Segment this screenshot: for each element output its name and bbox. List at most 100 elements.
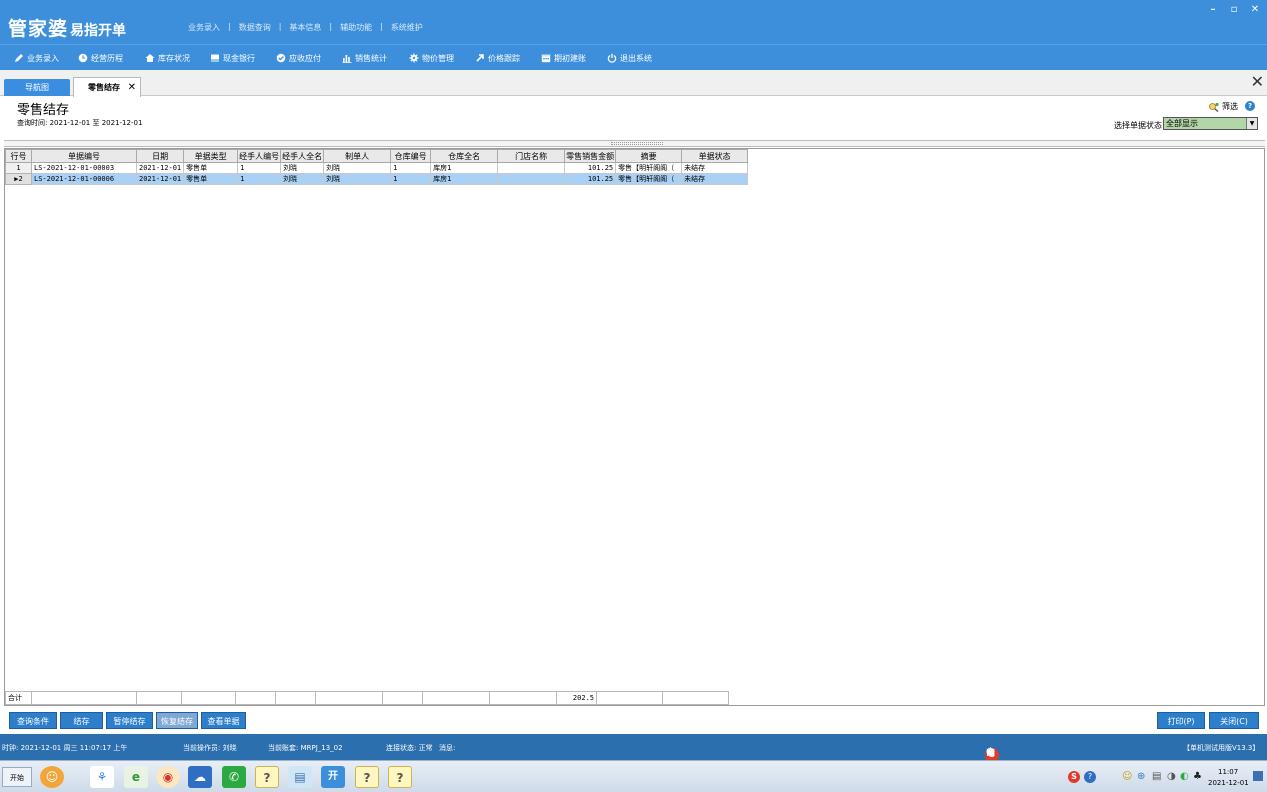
toolbar-sales-statistics[interactable]: 销售统计 bbox=[342, 52, 387, 64]
tray-display-icon[interactable]: ▤ bbox=[1152, 771, 1161, 782]
tray-penguin-icon[interactable]: ♣ bbox=[1193, 771, 1202, 782]
col-header-warehouse-name[interactable]: 仓库全名 bbox=[430, 149, 499, 163]
table-row[interactable]: 1 LS-2021-12-01-00003 2021-12-01 零售单 1 刘… bbox=[5, 162, 749, 174]
query-conditions-button[interactable]: 查询条件 bbox=[9, 712, 57, 729]
retail-amount-cell[interactable]: 101.25 bbox=[564, 173, 617, 185]
row-number: 1 bbox=[16, 164, 21, 172]
tray-sogou-icon[interactable]: S bbox=[1068, 771, 1080, 783]
store-name-cell[interactable] bbox=[497, 162, 566, 174]
splitter-grip[interactable] bbox=[611, 142, 663, 145]
row-number-cell[interactable]: 1 bbox=[5, 162, 32, 174]
taskbar-app-browser-icon[interactable]: ☁ bbox=[188, 766, 212, 788]
maximize-button[interactable]: ▫ bbox=[1226, 3, 1242, 17]
close-window-button[interactable]: ✕ bbox=[1247, 3, 1263, 17]
taskbar-app-qq-icon[interactable]: ☺ bbox=[40, 766, 64, 788]
maker-cell[interactable]: 刘晓 bbox=[323, 162, 392, 174]
close-button[interactable]: 关闭(C) bbox=[1209, 712, 1259, 729]
col-header-warehouse-no[interactable]: 仓库编号 bbox=[390, 149, 432, 163]
col-header-doc-no[interactable]: 单据编号 bbox=[31, 149, 137, 163]
panel-splitter[interactable] bbox=[4, 140, 1265, 147]
resume-settle-button[interactable]: 恢复结存 bbox=[156, 712, 198, 729]
taskbar-app-help-icon-3[interactable]: ? bbox=[388, 766, 412, 788]
retail-amount-cell[interactable]: 101.25 bbox=[564, 162, 617, 174]
menu-data-query[interactable]: 数据查询 bbox=[239, 22, 271, 33]
col-header-store-name[interactable]: 门店名称 bbox=[497, 149, 566, 163]
col-header-doc-type[interactable]: 单据类型 bbox=[183, 149, 239, 163]
maker-cell[interactable]: 刘晓 bbox=[323, 173, 392, 185]
menu-business-entry[interactable]: 业务录入 bbox=[188, 22, 220, 33]
print-button[interactable]: 打印(P) bbox=[1157, 712, 1205, 729]
taskbar-app-ie-icon[interactable]: e bbox=[124, 766, 148, 788]
tray-volume-icon[interactable]: ◑ bbox=[1167, 771, 1176, 782]
close-page-icon[interactable]: ✕ bbox=[1251, 74, 1264, 90]
doc-type-cell[interactable]: 零售单 bbox=[183, 162, 239, 174]
summary-cell[interactable]: 零售【明轩阁阁（ bbox=[615, 173, 683, 185]
col-header-handler-no[interactable]: 经手人编号 bbox=[237, 149, 282, 163]
handler-no-cell[interactable]: 1 bbox=[237, 173, 282, 185]
toolbar-business-entry[interactable]: 业务录入 bbox=[14, 52, 59, 64]
toolbar-opening-accounts[interactable]: 期初建账 bbox=[541, 52, 586, 64]
menu-aux-functions[interactable]: 辅助功能 bbox=[340, 22, 372, 33]
view-document-button[interactable]: 查看单据 bbox=[201, 712, 246, 729]
col-header-summary[interactable]: 摘要 bbox=[615, 149, 683, 163]
taskbar-app-baidu-icon[interactable]: ⚘ bbox=[90, 766, 114, 788]
taskbar-app-chrome-icon[interactable]: ◉ bbox=[156, 766, 180, 788]
warehouse-name-cell[interactable]: 库房1 bbox=[430, 173, 499, 185]
settle-button[interactable]: 结存 bbox=[60, 712, 103, 729]
summary-cell[interactable]: 零售【明轩阁阁（ bbox=[615, 162, 683, 174]
col-header-date[interactable]: 日期 bbox=[135, 149, 185, 163]
date-cell[interactable]: 2021-12-01 bbox=[135, 173, 185, 185]
show-desktop-icon[interactable] bbox=[1253, 771, 1263, 781]
toolbar-cash-bank[interactable]: 现金银行 bbox=[210, 52, 255, 64]
start-button[interactable]: 开始 bbox=[2, 767, 32, 787]
doc-status-select[interactable]: 全部显示 ▼ bbox=[1163, 117, 1258, 130]
tray-network-icon[interactable]: ⊕ bbox=[1137, 771, 1145, 782]
toolbar-price-management[interactable]: 物价管理 bbox=[409, 52, 454, 64]
taskbar-app-explorer-icon[interactable]: ▤ bbox=[288, 766, 312, 788]
menu-system-maintenance[interactable]: 系统维护 bbox=[391, 22, 423, 33]
ime-toolbox-icon[interactable]: ▣ bbox=[985, 748, 996, 759]
tray-security-icon[interactable]: ◐ bbox=[1180, 771, 1189, 782]
date-cell[interactable]: 2021-12-01 bbox=[135, 162, 185, 174]
pause-settle-button[interactable]: 暂停结存 bbox=[106, 712, 153, 729]
menu-basic-info[interactable]: 基本信息 bbox=[289, 22, 321, 33]
warehouse-no-cell[interactable]: 1 bbox=[390, 162, 432, 174]
minimize-button[interactable]: – bbox=[1205, 3, 1221, 17]
taskbar-app-wechat-icon[interactable]: ✆ bbox=[222, 766, 246, 788]
toolbar-inventory-status[interactable]: 库存状况 bbox=[145, 52, 190, 64]
toolbar-receivable-payable[interactable]: 应收应付 bbox=[276, 52, 321, 64]
doc-type-cell[interactable]: 零售单 bbox=[183, 173, 239, 185]
handler-name-cell[interactable]: 刘晓 bbox=[280, 173, 325, 185]
taskbar-app-kaidan-icon[interactable]: 开 bbox=[321, 766, 345, 788]
doc-no-cell[interactable]: LS-2021-12-01-00006 bbox=[31, 173, 137, 185]
row-number-cell[interactable]: ▶2 bbox=[5, 173, 32, 185]
table-row-selected[interactable]: ▶2 LS-2021-12-01-00006 2021-12-01 零售单 1 … bbox=[5, 173, 749, 185]
col-header-retail-amount[interactable]: 零售销售金额 bbox=[564, 149, 617, 163]
taskbar-app-help-icon-2[interactable]: ? bbox=[355, 766, 379, 788]
col-header-handler-name[interactable]: 经手人全名 bbox=[280, 149, 325, 163]
tray-qq-icon[interactable]: ☺ bbox=[1122, 771, 1132, 782]
tab-retail-settlement[interactable]: 零售结存 ✕ bbox=[73, 77, 141, 97]
tab-navigation-map[interactable]: 导航图 bbox=[4, 79, 70, 96]
status-message: 消息: bbox=[439, 744, 456, 752]
toolbar-price-tracking[interactable]: 价格跟踪 bbox=[475, 52, 520, 64]
taskbar-app-help-icon[interactable]: ? bbox=[255, 766, 279, 788]
col-header-doc-status[interactable]: 单据状态 bbox=[681, 149, 749, 163]
warehouse-name-cell[interactable]: 库房1 bbox=[430, 162, 499, 174]
chevron-down-icon[interactable]: ▼ bbox=[1246, 118, 1257, 129]
warehouse-no-cell[interactable]: 1 bbox=[390, 173, 432, 185]
handler-name-cell[interactable]: 刘晓 bbox=[280, 162, 325, 174]
doc-status-cell[interactable]: 未结存 bbox=[681, 162, 749, 174]
store-name-cell[interactable] bbox=[497, 173, 566, 185]
col-header-row-no[interactable]: 行号 bbox=[5, 149, 32, 163]
doc-no-cell[interactable]: LS-2021-12-01-00003 bbox=[31, 162, 137, 174]
toolbar-business-history[interactable]: 经营历程 bbox=[78, 52, 123, 64]
help-icon[interactable]: ? bbox=[1245, 101, 1255, 111]
doc-status-cell[interactable]: 未结存 bbox=[681, 173, 749, 185]
handler-no-cell[interactable]: 1 bbox=[237, 162, 282, 174]
close-tab-icon[interactable]: ✕ bbox=[128, 78, 136, 97]
tray-help-icon[interactable]: ? bbox=[1084, 771, 1096, 783]
col-header-maker[interactable]: 制单人 bbox=[323, 149, 392, 163]
filter-button[interactable]: 筛选 bbox=[1208, 101, 1238, 112]
toolbar-exit-system[interactable]: 退出系统 bbox=[607, 52, 652, 64]
